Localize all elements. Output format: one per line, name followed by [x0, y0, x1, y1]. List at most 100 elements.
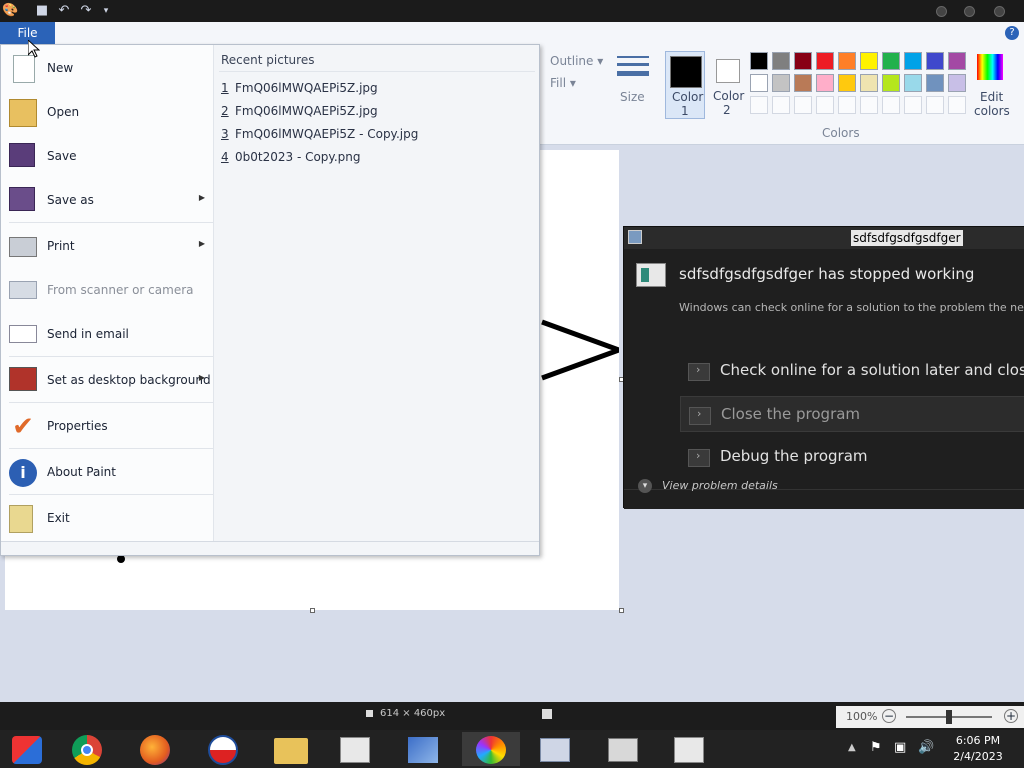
taskbar-program[interactable]	[326, 732, 384, 766]
zoom-out-button[interactable]: −	[882, 709, 896, 723]
color-swatch[interactable]	[904, 52, 922, 70]
taskbar-paint[interactable]	[462, 732, 520, 766]
color-swatch[interactable]	[882, 74, 900, 92]
round-logo-icon	[208, 735, 238, 765]
menu-footer-divider	[1, 541, 539, 542]
taskbar-app[interactable]	[394, 732, 452, 766]
action-center-flag-icon[interactable]: ⚑	[870, 740, 882, 755]
zoom-in-button[interactable]: +	[1004, 709, 1018, 723]
color-swatch[interactable]	[860, 74, 878, 92]
color-swatch[interactable]	[794, 74, 812, 92]
undo-icon[interactable]: ↶	[56, 3, 72, 19]
maximize-button[interactable]	[964, 6, 975, 17]
chevron-down-icon[interactable]: ▾	[638, 479, 652, 493]
taskbar-chrome[interactable]	[58, 732, 116, 766]
start-button[interactable]	[0, 732, 54, 766]
menu-item-about-paint[interactable]: i About Paint	[1, 451, 213, 495]
recent-item[interactable]: 1 FmQ06lMWQAEPi5Z.jpg	[221, 81, 378, 101]
close-button[interactable]	[994, 6, 1005, 17]
custom-color-slot[interactable]	[838, 96, 856, 114]
zoom-slider-thumb[interactable]	[946, 710, 952, 724]
save-icon[interactable]: ■	[34, 3, 50, 19]
resize-handle-corner[interactable]	[619, 608, 624, 613]
open-folder-icon	[9, 99, 37, 127]
menu-item-label: Send in email	[47, 327, 129, 341]
menu-divider	[9, 402, 213, 403]
color-swatch[interactable]	[750, 74, 768, 92]
fill-label: Fill	[550, 76, 567, 90]
recent-item[interactable]: 2 FmQ06lMWQAEPi5Z.jpg	[221, 104, 378, 124]
show-hidden-icons-button[interactable]: ▲	[848, 742, 856, 753]
menu-divider	[9, 494, 213, 495]
custom-color-slot[interactable]	[904, 96, 922, 114]
check-online-option[interactable]: Check online for a solution later and cl…	[680, 353, 1024, 389]
recent-item[interactable]: 4 0b0t2023 - Copy.png	[221, 150, 360, 170]
custom-color-slot[interactable]	[948, 96, 966, 114]
color-swatch[interactable]	[816, 74, 834, 92]
menu-item-properties[interactable]: ✔ Properties	[1, 405, 213, 449]
help-icon[interactable]: ?	[1005, 26, 1019, 40]
custom-color-slot[interactable]	[816, 96, 834, 114]
color-swatch[interactable]	[926, 74, 944, 92]
redo-icon[interactable]: ↷	[78, 3, 94, 19]
color-swatch[interactable]	[750, 52, 768, 70]
close-program-option[interactable]: Close the program	[680, 396, 1024, 432]
taskbar-device[interactable]	[594, 732, 652, 766]
color-swatch[interactable]	[904, 74, 922, 92]
custom-color-slot[interactable]	[882, 96, 900, 114]
taskbar-explorer[interactable]	[262, 732, 320, 766]
custom-color-slot[interactable]	[750, 96, 768, 114]
dialog-title-bar[interactable]: sdfsdfgsdfgsdfger	[624, 227, 1024, 249]
size-button[interactable]: Size	[612, 50, 652, 114]
size-line-icon	[617, 71, 649, 76]
clock-time[interactable]: 6:06 PM	[948, 734, 1008, 747]
color-swatch[interactable]	[772, 74, 790, 92]
edit-colors-button[interactable]: Edit colors	[972, 52, 1010, 118]
submenu-arrow-icon: ▶	[198, 239, 205, 248]
customize-qat-icon[interactable]: ▾	[98, 3, 114, 19]
clock-date[interactable]: 2/4/2023	[948, 750, 1008, 763]
menu-item-save-as[interactable]: Save as ▶	[1, 179, 213, 223]
color-swatch[interactable]	[838, 74, 856, 92]
color-swatch[interactable]	[860, 52, 878, 70]
outline-dropdown[interactable]: Outline ▾	[550, 54, 603, 68]
volume-icon[interactable]: 🔊	[918, 740, 934, 755]
debug-program-option[interactable]: Debug the program	[680, 439, 1024, 475]
submenu-arrow-icon: ▶	[198, 373, 205, 382]
color-swatch[interactable]	[948, 74, 966, 92]
menu-item-send-email[interactable]: Send in email	[1, 313, 213, 357]
taskbar-program-2[interactable]	[660, 732, 718, 766]
color-swatch[interactable]	[838, 52, 856, 70]
color-swatch[interactable]	[882, 52, 900, 70]
color-swatch[interactable]	[948, 52, 966, 70]
menu-item-exit[interactable]: Exit	[1, 497, 213, 541]
color2-button[interactable]: Color 2	[709, 51, 749, 119]
menu-item-set-desktop-background[interactable]: Set as desktop background ▶	[1, 359, 213, 403]
menu-item-save[interactable]: Save	[1, 135, 213, 179]
menu-item-print[interactable]: Print ▶	[1, 225, 213, 269]
taskbar: ▲ ⚑ ▣ 🔊 6:06 PM 2/4/2023	[0, 730, 1024, 768]
taskbar-firefox[interactable]	[126, 732, 184, 766]
color-swatch[interactable]	[816, 52, 834, 70]
custom-color-slot[interactable]	[794, 96, 812, 114]
menu-item-label: About Paint	[47, 465, 116, 479]
dialog-heading: sdfsdfgsdfgsdfger has stopped working	[679, 265, 975, 283]
color1-button[interactable]: Color 1	[665, 51, 705, 119]
custom-color-slot[interactable]	[926, 96, 944, 114]
taskbar-control-panel[interactable]	[526, 732, 584, 766]
recent-item[interactable]: 3 FmQ06lMWQAEPi5Z - Copy.jpg	[221, 127, 418, 147]
view-problem-details-link[interactable]: View problem details	[662, 479, 778, 492]
color-swatch[interactable]	[772, 52, 790, 70]
paint-app-icon[interactable]: 🎨	[2, 3, 18, 19]
minimize-button[interactable]	[936, 6, 947, 17]
taskbar-obama-app[interactable]	[194, 732, 252, 766]
resize-handle-bottom[interactable]	[310, 608, 315, 613]
network-icon[interactable]: ▣	[894, 740, 906, 755]
custom-color-slot[interactable]	[860, 96, 878, 114]
custom-color-slot[interactable]	[772, 96, 790, 114]
color-swatch[interactable]	[926, 52, 944, 70]
menu-item-label: Save as	[47, 193, 94, 207]
menu-item-open[interactable]: Open	[1, 91, 213, 135]
fill-dropdown[interactable]: Fill ▾	[550, 76, 576, 90]
color-swatch[interactable]	[794, 52, 812, 70]
